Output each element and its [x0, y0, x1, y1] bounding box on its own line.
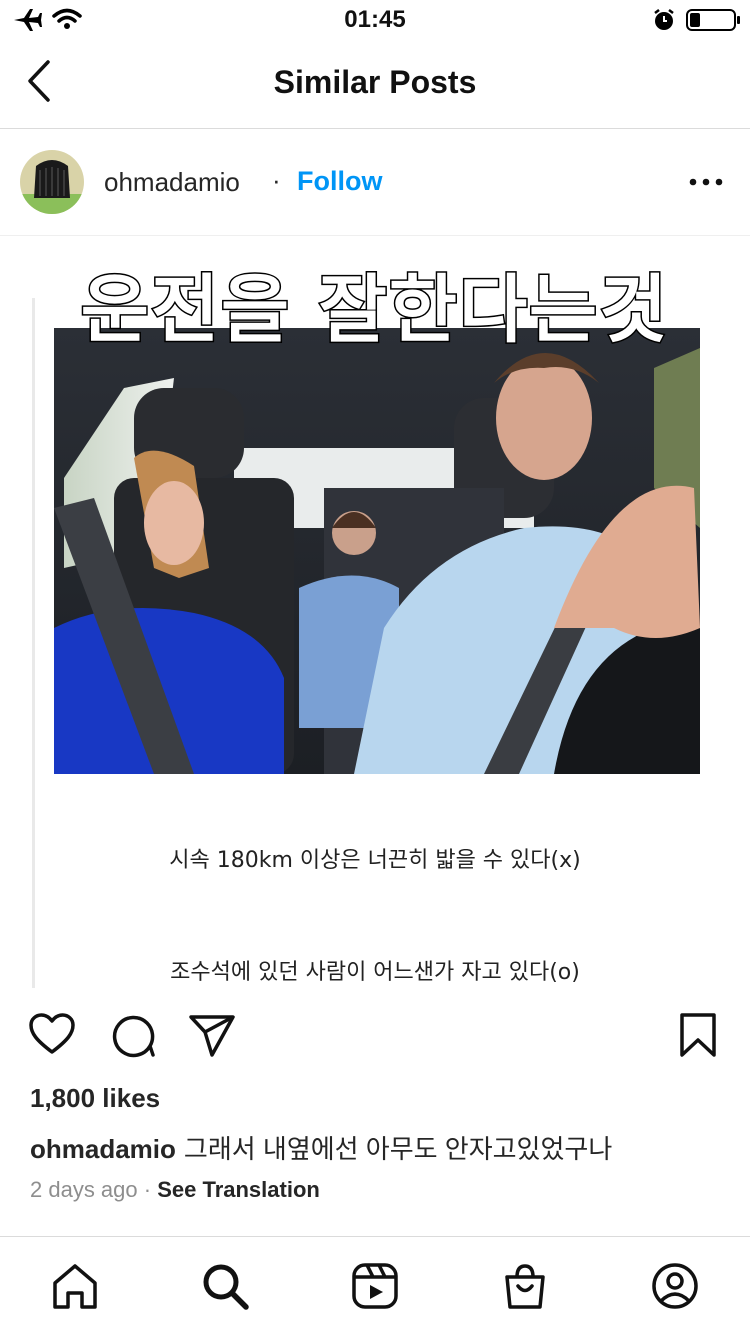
see-translation-link[interactable]: See Translation — [157, 1177, 320, 1202]
page-title: Similar Posts — [273, 64, 477, 100]
caption-text: 그래서 내옆에선 아무도 안자고있었구나 — [183, 1134, 613, 1164]
post-image[interactable]: 운전을 잘한다는것 시속 180km 이상은 너끈히 밟을 수 있다(x) 조수… — [0, 236, 750, 988]
more-options-icon[interactable] — [686, 175, 726, 189]
status-time: 01:45 — [344, 6, 406, 33]
battery-icon — [686, 9, 740, 31]
heart-icon[interactable] — [28, 1012, 76, 1056]
image-text-line-1: 시속 180km 이상은 너끈히 밟을 수 있다(x) — [169, 848, 581, 873]
bookmark-icon[interactable] — [678, 1012, 718, 1058]
bottom-tab-bar — [0, 1236, 750, 1335]
shop-icon[interactable] — [500, 1261, 550, 1311]
separator-dot: · — [272, 165, 281, 195]
caption-username[interactable]: ohmadamio — [30, 1134, 176, 1164]
image-border — [32, 298, 35, 988]
follow-button[interactable]: Follow — [297, 166, 382, 197]
post-headline: 운전을 잘한다는것 — [79, 266, 670, 355]
post-meta: 2 days ago · See Translation — [30, 1177, 320, 1203]
profile-icon[interactable] — [650, 1261, 700, 1311]
post-timestamp: 2 days ago — [30, 1177, 138, 1202]
alarm-icon — [654, 9, 674, 30]
post-actions — [0, 1008, 750, 1068]
image-text-line-2: 조수석에 있던 사람이 어느샌가 자고 있다(o) — [170, 960, 580, 985]
search-icon[interactable] — [200, 1261, 250, 1311]
status-bar: 01:45 — [0, 0, 750, 40]
post-caption: ohmadamio 그래서 내옆에선 아무도 안자고있었구나 — [30, 1129, 612, 1166]
car-photo — [54, 328, 700, 774]
post-username[interactable]: ohmadamio — [104, 167, 240, 198]
avatar[interactable] — [20, 150, 84, 214]
share-icon[interactable] — [188, 1014, 236, 1058]
nav-header: Similar Posts — [0, 40, 750, 129]
home-icon[interactable] — [50, 1261, 100, 1311]
reels-icon[interactable] — [350, 1261, 400, 1311]
comment-icon[interactable] — [110, 1012, 156, 1058]
meta-separator: · — [143, 1177, 152, 1202]
post-header: ohmadamio · Follow — [0, 129, 750, 236]
likes-count[interactable]: 1,800 likes — [30, 1083, 160, 1114]
